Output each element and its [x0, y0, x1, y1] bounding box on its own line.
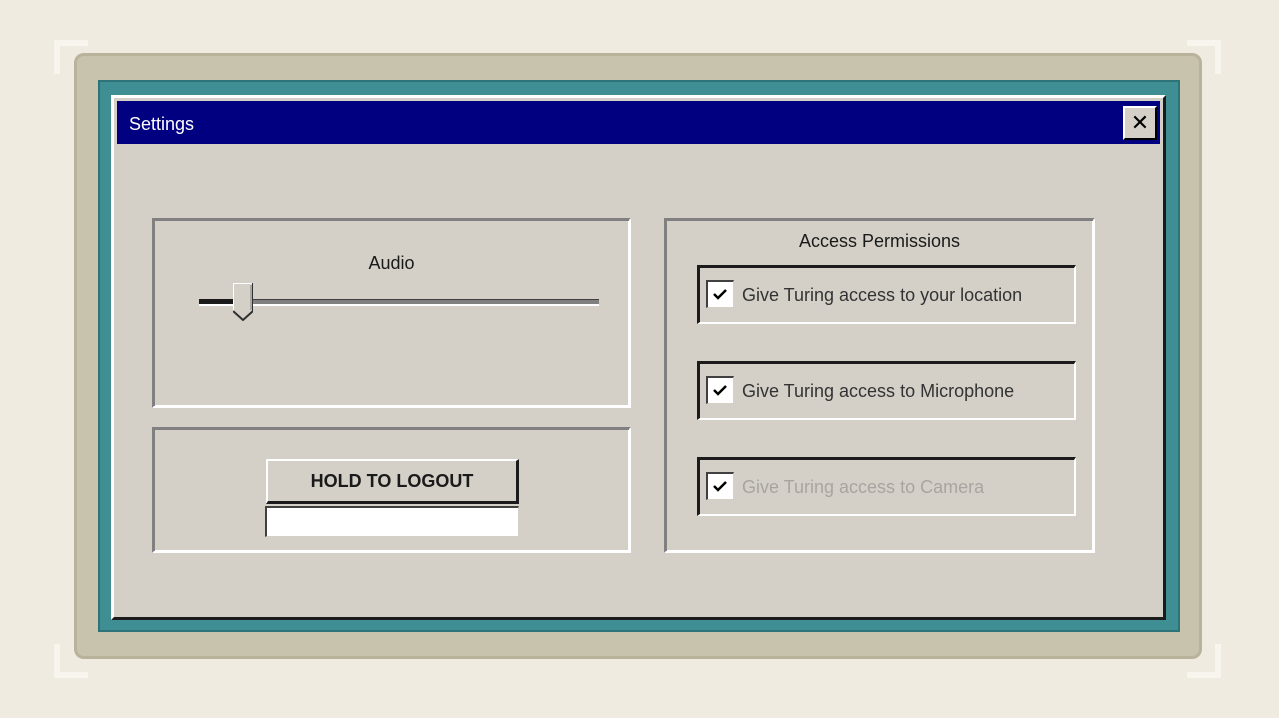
location-permission-label: Give Turing access to your location: [742, 285, 1023, 305]
checkmark-icon: [713, 481, 727, 492]
checkmark-icon: [713, 289, 727, 300]
location-checkbox[interactable]: [706, 280, 734, 308]
slider-thumb-shape: [233, 283, 253, 321]
dialog-titlebar[interactable]: Settings ✕: [117, 101, 1160, 144]
camera-permission-label: Give Turing access to Camera: [742, 477, 985, 497]
access-permissions-title: Access Permissions: [798, 231, 961, 251]
permission-camera: Give Turing access to Camera: [697, 457, 1076, 516]
close-button[interactable]: ✕: [1123, 106, 1157, 140]
close-icon: ✕: [1130, 110, 1150, 135]
settings-dialog: Settings ✕ Audio HOLD TO LOGOUT Access P…: [111, 95, 1166, 620]
microphone-permission-label: Give Turing access to Microphone: [742, 381, 1015, 401]
audio-label: Audio: [368, 253, 415, 273]
permission-microphone[interactable]: Give Turing access to Microphone: [697, 361, 1076, 420]
checkmark-icon: [713, 385, 727, 396]
microphone-checkbox[interactable]: [706, 376, 734, 404]
logout-hold-progress: [265, 506, 519, 537]
logout-group: HOLD TO LOGOUT: [152, 427, 631, 553]
permission-location[interactable]: Give Turing access to your location: [697, 265, 1076, 324]
camera-checkbox: [706, 472, 734, 500]
access-permissions-group: Access Permissions Give Turing access to…: [664, 218, 1095, 553]
audio-slider-track[interactable]: [199, 299, 599, 306]
audio-slider-thumb[interactable]: [233, 283, 253, 321]
audio-group: Audio: [152, 218, 631, 408]
hold-to-logout-button[interactable]: HOLD TO LOGOUT: [266, 459, 519, 504]
dialog-title: Settings: [129, 114, 195, 134]
